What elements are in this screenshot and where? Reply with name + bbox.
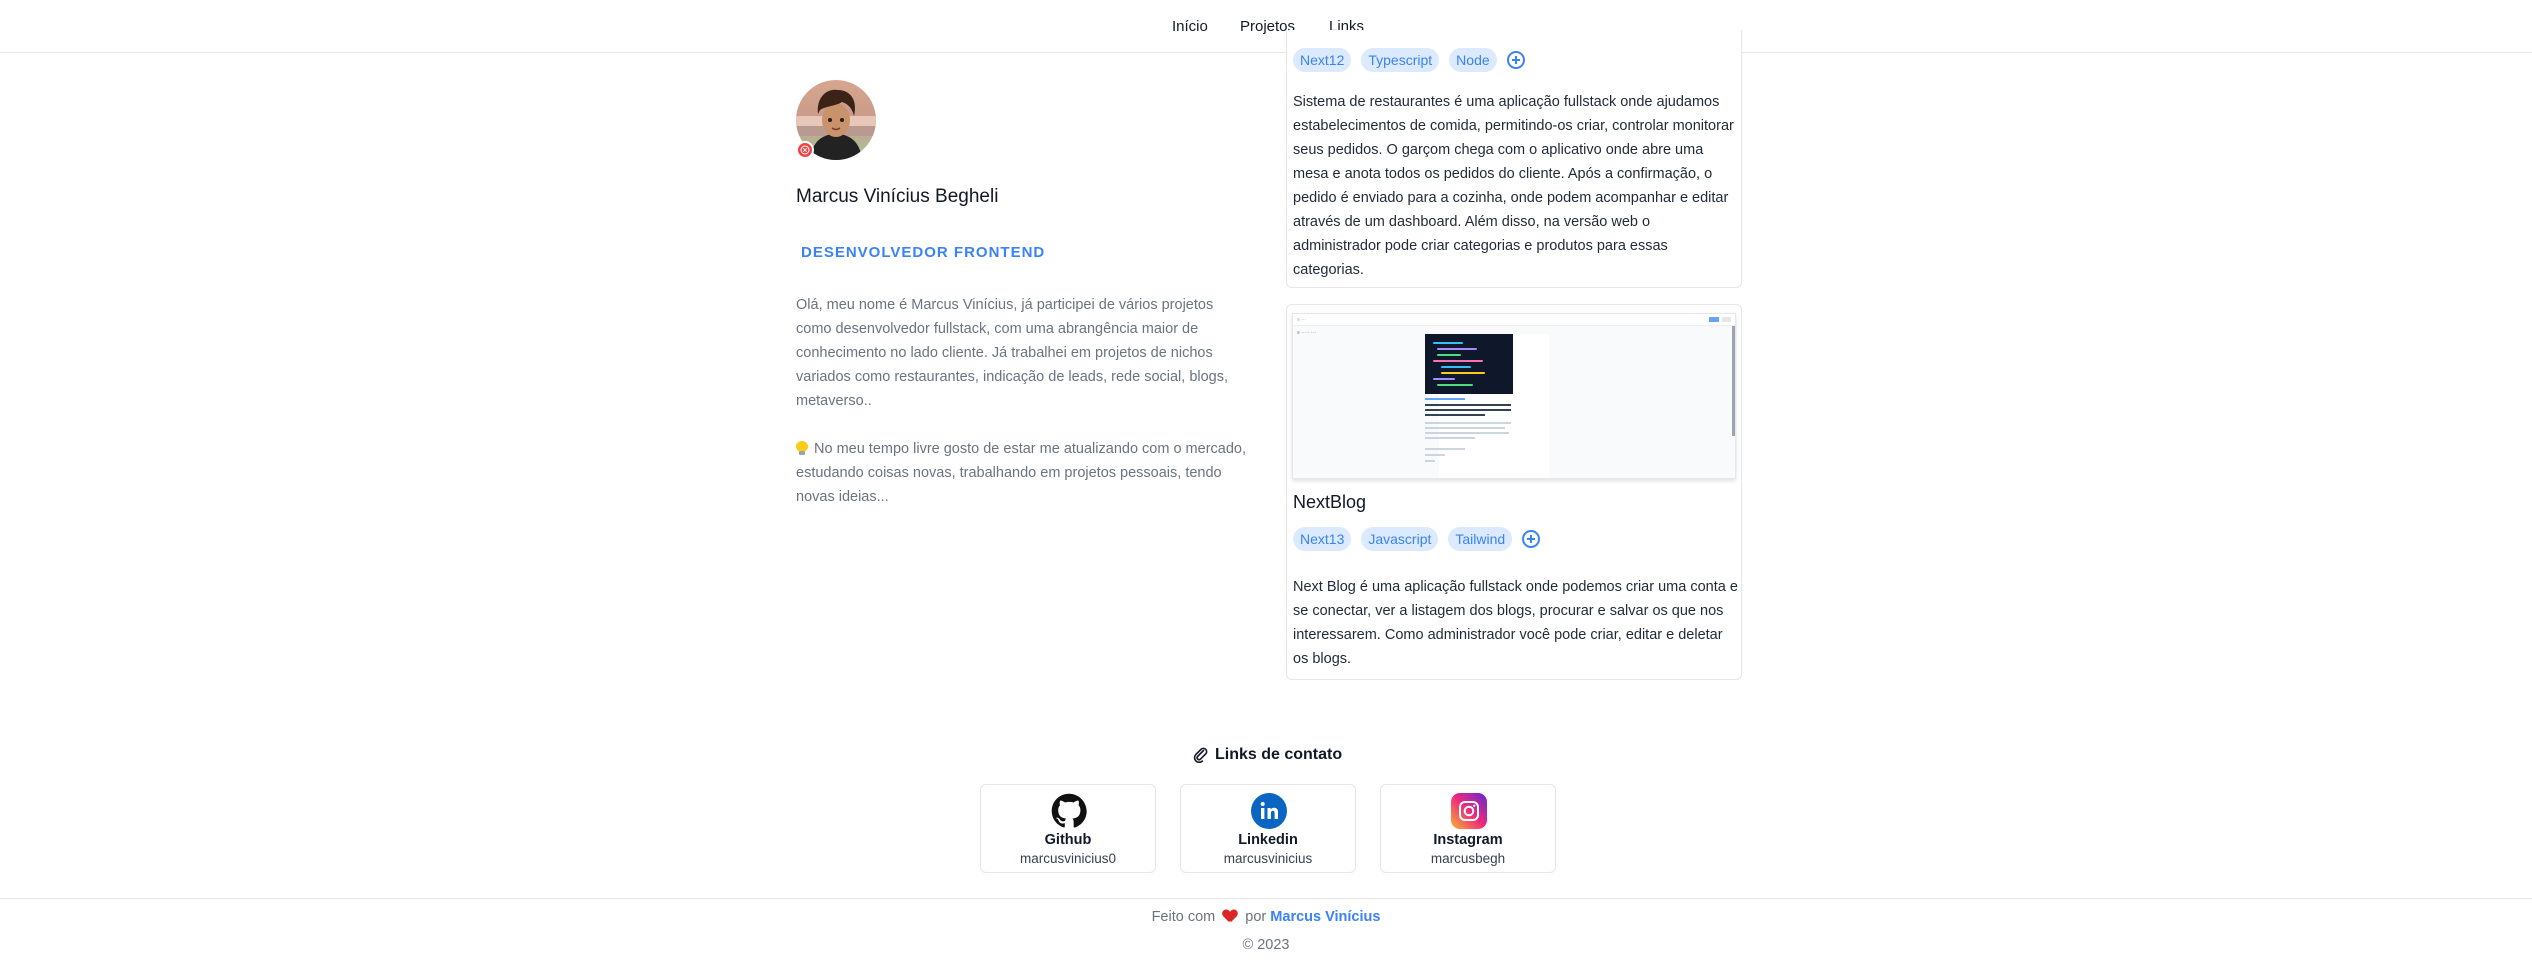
link-name: Instagram (1433, 832, 1503, 848)
footer-credit: Feito com por Marcus Vinícius (0, 909, 2532, 925)
tag-badge: Next12 (1293, 48, 1352, 72)
preview-label: ≡ ····· ··· (1297, 330, 1317, 336)
tag-badge: Node (1449, 48, 1497, 72)
project-preview-image: ≡ ··· ≡ ····· ··· (1292, 313, 1736, 479)
preview-button-secondary (1722, 317, 1731, 322)
linkedin-icon (1251, 793, 1287, 829)
contact-title-text: Links de contato (1215, 746, 1343, 763)
link-username: marcusbegh (1430, 851, 1506, 866)
footer-made-with: Feito com (1151, 909, 1216, 925)
plus-circle-icon[interactable] (1506, 51, 1525, 69)
preview-button (1709, 317, 1719, 322)
tag-badge: Next13 (1293, 527, 1352, 551)
footer-divider (0, 898, 2532, 899)
project-card: Next12 Typescript Node Sistema de restau… (1286, 30, 1742, 288)
project-title[interactable]: NextBlog (1293, 492, 1366, 513)
contact-link-instagram[interactable]: Instagram marcusbegh (1380, 784, 1556, 873)
top-navigation: Início Projetos Links (0, 0, 2532, 53)
paperclip-icon (1193, 747, 1208, 763)
bio-paragraph-hobbies: No meu tempo livre gosto de estar me atu… (796, 437, 1246, 509)
bio-paragraph: Olá, meu nome é Marcus Vinícius, já part… (796, 297, 1229, 409)
footer-copyright: © 2023 (1242, 937, 1290, 953)
instagram-icon (1451, 793, 1487, 829)
project-tags: Next13 Javascript Tailwind (1293, 527, 1541, 551)
contact-link-linkedin[interactable]: Linkedin marcusvinicius (1180, 784, 1356, 873)
close-icon (800, 145, 810, 155)
tag-badge: Tailwind (1448, 527, 1513, 551)
preview-logo: ≡ ··· (1297, 317, 1307, 323)
project-tags: Next12 Typescript Node (1293, 48, 1525, 72)
github-icon (1051, 793, 1087, 829)
preview-scrollbar (1732, 326, 1735, 436)
link-username: marcusvinicius (1223, 851, 1313, 866)
profile-name: Marcus Vinícius Begheli (796, 186, 999, 207)
contact-link-github[interactable]: Github marcusvinicius0 (980, 784, 1156, 873)
link-name: Github (1044, 832, 1092, 848)
project-description: Next Blog é uma aplicação fullstack onde… (1293, 579, 1738, 667)
contact-section-title: Links de contato (1193, 746, 1342, 764)
status-badge (796, 141, 814, 159)
tag-badge: Typescript (1361, 48, 1440, 72)
profile-bio: Olá, meu nome é Marcus Vinícius, já part… (796, 293, 1246, 509)
link-name: Linkedin (1238, 832, 1298, 848)
preview-code-image (1425, 334, 1513, 394)
nav-link-inicio[interactable]: Início (1172, 18, 1208, 35)
profile-role: DESENVOLVEDOR FRONTEND (801, 244, 1046, 261)
bio-hobbies-text: No meu tempo livre gosto de estar me atu… (796, 441, 1246, 505)
project-card-nextblog[interactable]: ≡ ··· ≡ ····· ··· NextBlog Next13 Javasc… (1286, 304, 1742, 680)
link-username: marcusvinicius0 (1019, 851, 1117, 866)
footer-by: por (1245, 909, 1267, 925)
plus-circle-icon[interactable] (1522, 530, 1541, 548)
preview-header: ≡ ··· (1293, 314, 1735, 326)
heart-icon (1223, 910, 1237, 922)
preview-article (1425, 334, 1549, 478)
light-bulb-icon (796, 441, 808, 455)
project-description: Sistema de restaurantes é uma aplicação … (1293, 94, 1734, 278)
tag-badge: Javascript (1361, 527, 1439, 551)
footer-author-link[interactable]: Marcus Vinícius (1270, 909, 1380, 925)
